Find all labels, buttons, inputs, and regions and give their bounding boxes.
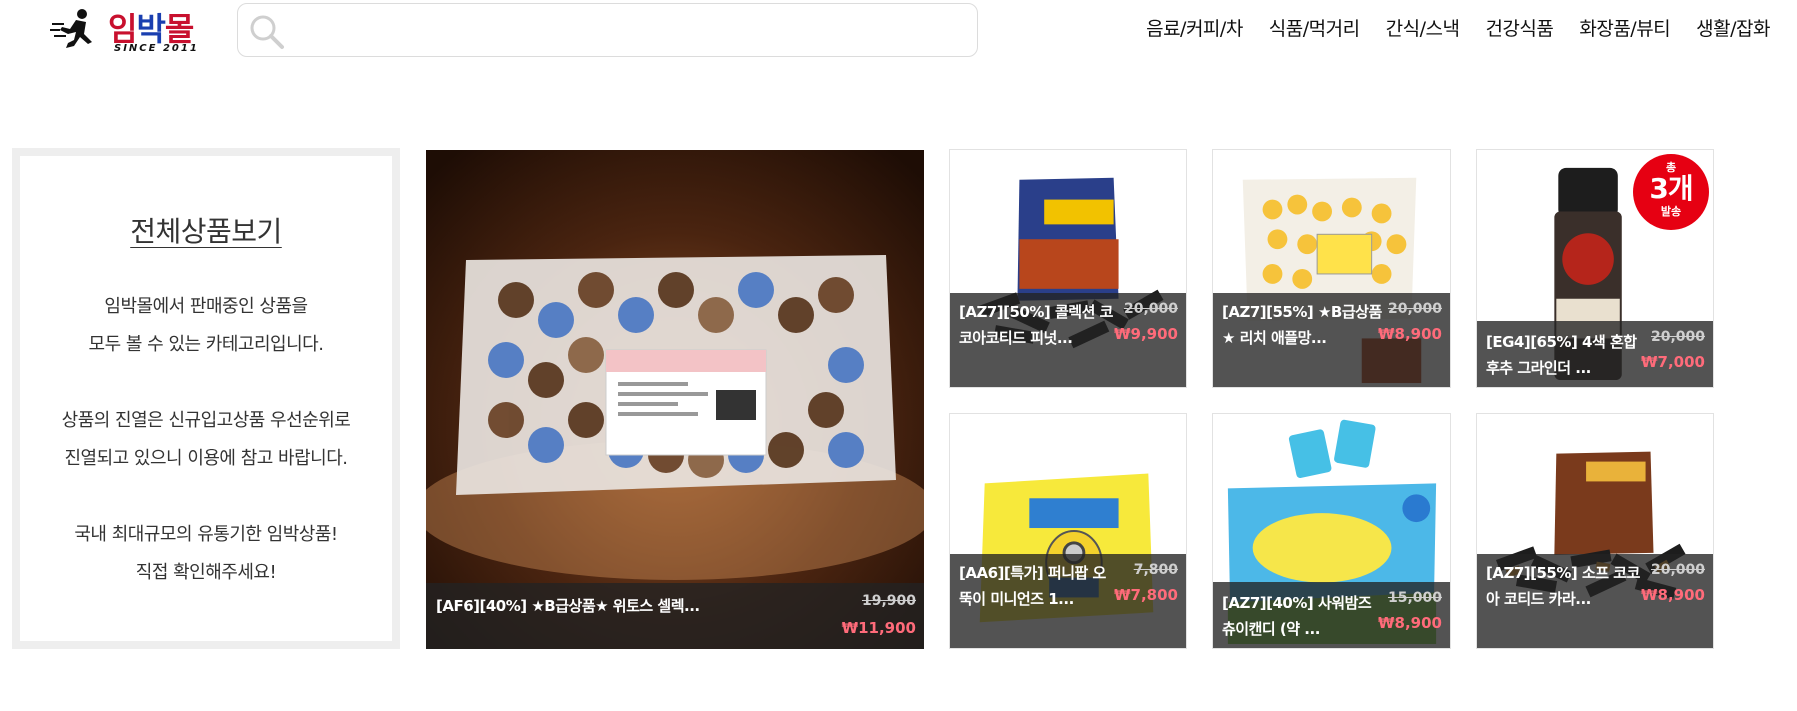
info-paragraph: 임박몰에서 판매중인 상품을 모두 볼 수 있는 카테고리입니다. <box>20 288 392 364</box>
product-card[interactable]: [AZ7][50%] 콜렉션 코코아코티드 피넛... 20,000 ₩9,90… <box>949 149 1187 388</box>
sale-price: ₩11,900 <box>841 619 916 637</box>
product-info-overlay: [AZ7][40%] 사워밤즈 츄이캔디 (약 ... 15,000 ₩8,90… <box>1213 582 1450 648</box>
product-name: [AZ7][55%] 소프 코코아 코티드 카라... <box>1486 564 1640 608</box>
product-info-overlay: [AA6][특가] 퍼니팝 오뚝이 미니언즈 1... 7,800 ₩7,800 <box>950 554 1186 648</box>
info-description: 임박몰에서 판매중인 상품을 모두 볼 수 있는 카테고리입니다. 상품의 진열… <box>20 288 392 592</box>
product-name: [EG4][65%] 4색 혼합후추 그라인더 ... <box>1486 333 1637 377</box>
product-card-featured[interactable]: [AF6][40%] ★B급상품★ 위토스 셀렉... 19,900 ₩11,9… <box>426 150 924 649</box>
product-card[interactable]: [AZ7][55%] ★B급상품★ 리치 애플망... 20,000 ₩8,90… <box>1212 149 1451 388</box>
badge-line: 발송 <box>1660 205 1682 218</box>
sale-price: ₩8,900 <box>1378 325 1442 343</box>
original-price: 20,000 <box>1650 562 1705 578</box>
nav-item-food[interactable]: 식품/먹거리 <box>1269 14 1360 41</box>
product-image <box>426 150 924 649</box>
nav-item-beauty[interactable]: 화장품/뷰티 <box>1579 14 1670 41</box>
logo-since: SINCE 2011 <box>114 43 199 54</box>
product-card[interactable]: 총 3개 발송 [EG4][65%] 4색 혼합후추 그라인더 ... 20,0… <box>1476 149 1714 388</box>
info-line: 상품의 진열은 신규입고상품 우선순위로 <box>61 410 351 431</box>
product-info-overlay: [AF6][40%] ★B급상품★ 위토스 셀렉... 19,900 ₩11,9… <box>426 583 924 649</box>
original-price: 15,000 <box>1387 590 1442 606</box>
info-line: 임박몰에서 판매중인 상품을 <box>104 296 308 317</box>
header: 임박몰 SINCE 2011 음료/커피/차 식품/먹거리 간식/스낵 건강식품… <box>0 0 1797 62</box>
nav-item-health[interactable]: 건강식품 <box>1485 14 1553 41</box>
info-line: 모두 볼 수 있는 카테고리입니다. <box>88 334 324 355</box>
nav-item-living[interactable]: 생활/잡화 <box>1696 14 1770 41</box>
product-name: [AZ7][50%] 콜렉션 코코아코티드 피넛... <box>959 303 1113 347</box>
sale-price: ₩9,900 <box>1114 325 1178 343</box>
info-line: 직접 확인해주세요! <box>135 562 277 583</box>
product-info-overlay: [AZ7][55%] ★B급상품★ 리치 애플망... 20,000 ₩8,90… <box>1213 293 1450 387</box>
product-name: [AA6][특가] 퍼니팝 오뚝이 미니언즈 1... <box>959 564 1106 608</box>
info-paragraph: 국내 최대규모의 유통기한 임박상품! 직접 확인해주세요! <box>20 516 392 592</box>
site-logo[interactable]: 임박몰 SINCE 2011 <box>46 6 216 56</box>
info-line: 진열되고 있으니 이용에 참고 바랍니다. <box>64 448 348 469</box>
product-name: [AF6][40%] ★B급상품★ 위토스 셀렉... <box>436 597 700 615</box>
product-name: [AZ7][40%] 사워밤즈 츄이캔디 (약 ... <box>1222 594 1372 638</box>
original-price: 7,800 <box>1133 562 1178 578</box>
sale-price: ₩7,000 <box>1641 353 1705 371</box>
original-price: 20,000 <box>1650 329 1705 345</box>
quantity-badge: 총 3개 발송 <box>1633 154 1709 230</box>
product-name: [AZ7][55%] ★B급상품★ 리치 애플망... <box>1222 303 1382 347</box>
info-line: 국내 최대규모의 유통기한 임박상품! <box>74 524 338 545</box>
product-card[interactable]: [AZ7][40%] 사워밤즈 츄이캔디 (약 ... 15,000 ₩8,90… <box>1212 413 1451 649</box>
original-price: 19,900 <box>861 593 916 609</box>
search-input[interactable] <box>294 12 964 48</box>
search-icon[interactable] <box>247 12 287 52</box>
original-price: 20,000 <box>1387 301 1442 317</box>
all-products-info-box: 전체상품보기 임박몰에서 판매중인 상품을 모두 볼 수 있는 카테고리입니다.… <box>12 148 400 649</box>
sale-price: ₩7,800 <box>1114 586 1178 604</box>
info-paragraph: 상품의 진열은 신규입고상품 우선순위로 진열되고 있으니 이용에 참고 바랍니… <box>20 402 392 478</box>
original-price: 20,000 <box>1123 301 1178 317</box>
all-products-title[interactable]: 전체상품보기 <box>20 210 392 250</box>
sale-price: ₩8,900 <box>1641 586 1705 604</box>
product-card[interactable]: [AZ7][55%] 소프 코코아 코티드 카라... 20,000 ₩8,90… <box>1476 413 1714 649</box>
product-info-overlay: [AZ7][50%] 콜렉션 코코아코티드 피넛... 20,000 ₩9,90… <box>950 293 1186 387</box>
nav-item-snacks[interactable]: 간식/스낵 <box>1386 14 1460 41</box>
product-card[interactable]: [AA6][특가] 퍼니팝 오뚝이 미니언즈 1... 7,800 ₩7,800 <box>949 413 1187 649</box>
nav-item-drinks[interactable]: 음료/커피/차 <box>1146 14 1243 41</box>
product-info-overlay: [EG4][65%] 4색 혼합후추 그라인더 ... 20,000 ₩7,00… <box>1477 321 1713 387</box>
search-box[interactable] <box>237 3 978 57</box>
badge-count: 3개 <box>1649 172 1693 205</box>
product-info-overlay: [AZ7][55%] 소프 코코아 코티드 카라... 20,000 ₩8,90… <box>1477 554 1713 648</box>
category-nav: 음료/커피/차 식품/먹거리 간식/스낵 건강식품 화장품/뷰티 생활/잡화 <box>1146 14 1770 41</box>
runner-logo-icon <box>50 9 92 48</box>
sale-price: ₩8,900 <box>1378 614 1442 632</box>
